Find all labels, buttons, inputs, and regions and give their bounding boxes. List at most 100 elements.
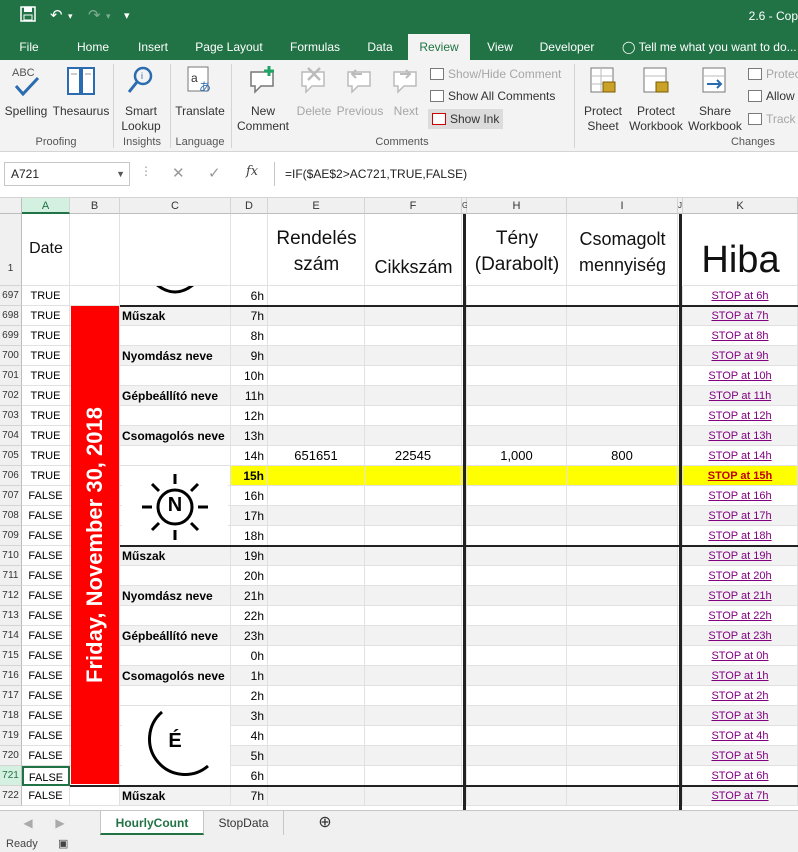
row-header[interactable]: 707 bbox=[0, 486, 22, 506]
stop-link[interactable]: STOP at 3h bbox=[683, 706, 797, 725]
cell-date-flag[interactable]: FALSE bbox=[22, 566, 70, 586]
cell-date-flag[interactable]: FALSE bbox=[22, 766, 70, 786]
cell-label[interactable] bbox=[120, 326, 231, 346]
cell-date-flag[interactable]: FALSE bbox=[22, 546, 70, 566]
name-box[interactable]: A721 ▼ bbox=[4, 162, 130, 186]
cell-label[interactable] bbox=[120, 406, 231, 426]
thesaurus-button[interactable]: Thesaurus bbox=[52, 64, 110, 119]
stop-link[interactable]: STOP at 23h bbox=[683, 626, 797, 645]
cell-hiba[interactable]: STOP at 15h bbox=[683, 466, 798, 486]
cell-order-number[interactable] bbox=[268, 426, 365, 446]
cell-hiba[interactable]: STOP at 7h bbox=[683, 786, 798, 806]
name-box-dropdown-icon[interactable]: ▼ bbox=[116, 163, 125, 185]
header-cell-rendeles[interactable]: Rendelés szám bbox=[268, 214, 365, 286]
cell-order-number[interactable] bbox=[268, 566, 365, 586]
cell-hiba[interactable]: STOP at 3h bbox=[683, 706, 798, 726]
cell-hiba[interactable]: STOP at 10h bbox=[683, 366, 798, 386]
stop-link[interactable]: STOP at 6h bbox=[683, 286, 797, 305]
stop-link[interactable]: STOP at 19h bbox=[683, 546, 797, 565]
row-header[interactable]: 709 bbox=[0, 526, 22, 546]
cell-actual-cut[interactable] bbox=[467, 286, 567, 306]
cell-order-number[interactable] bbox=[268, 746, 365, 766]
cell-actual-cut[interactable]: 1,000 bbox=[467, 446, 567, 466]
cell-date-flag[interactable]: FALSE bbox=[22, 606, 70, 626]
stop-link[interactable]: STOP at 16h bbox=[683, 486, 797, 505]
cell-actual-cut[interactable] bbox=[467, 326, 567, 346]
cell-date-flag[interactable]: FALSE bbox=[22, 526, 70, 546]
stop-link[interactable]: STOP at 13h bbox=[683, 426, 797, 445]
cell-hour[interactable]: 22h bbox=[231, 606, 268, 626]
cell-hiba[interactable]: STOP at 16h bbox=[683, 486, 798, 506]
column-header-b[interactable]: B bbox=[70, 198, 120, 214]
cell-date-flag[interactable]: TRUE bbox=[22, 286, 70, 306]
previous-comment-button[interactable]: Previous bbox=[336, 64, 384, 119]
cell-packed-quantity[interactable] bbox=[567, 786, 678, 806]
cell-actual-cut[interactable] bbox=[467, 646, 567, 666]
cell-actual-cut[interactable] bbox=[467, 406, 567, 426]
row-header[interactable]: 700 bbox=[0, 346, 22, 366]
cell-hour[interactable]: 0h bbox=[231, 646, 268, 666]
cell-packed-quantity[interactable] bbox=[567, 406, 678, 426]
formula-input[interactable]: =IF($AE$2>AC721,TRUE,FALSE) bbox=[274, 162, 798, 186]
cell-item-number[interactable] bbox=[365, 746, 462, 766]
cell-item-number[interactable] bbox=[365, 346, 462, 366]
save-icon[interactable] bbox=[20, 6, 36, 26]
cell-hour[interactable]: 19h bbox=[231, 546, 268, 566]
cell-date-flag[interactable]: TRUE bbox=[22, 406, 70, 426]
protect-sheet-button[interactable]: Protect Sheet bbox=[578, 64, 628, 134]
cell-actual-cut[interactable] bbox=[467, 586, 567, 606]
cell-hiba[interactable]: STOP at 2h bbox=[683, 686, 798, 706]
tab-review[interactable]: Review bbox=[408, 34, 470, 60]
row-header[interactable]: 722 bbox=[0, 786, 22, 806]
stop-link[interactable]: STOP at 22h bbox=[683, 606, 797, 625]
cell-date-flag[interactable]: FALSE bbox=[22, 666, 70, 686]
cell-packed-quantity[interactable] bbox=[567, 346, 678, 366]
row-header[interactable]: 701 bbox=[0, 366, 22, 386]
show-ink-button[interactable]: Show Ink bbox=[428, 109, 504, 129]
cell-item-number[interactable] bbox=[365, 366, 462, 386]
share-workbook-button[interactable]: Share Workbook bbox=[686, 64, 744, 134]
cell-hour[interactable]: 18h bbox=[231, 526, 268, 546]
cell-packed-quantity[interactable] bbox=[567, 706, 678, 726]
cell-packed-quantity[interactable]: 800 bbox=[567, 446, 678, 466]
cell-date-flag[interactable]: FALSE bbox=[22, 626, 70, 646]
row-header[interactable]: 712 bbox=[0, 586, 22, 606]
cell-date-flag[interactable]: TRUE bbox=[22, 326, 70, 346]
stop-link[interactable]: STOP at 11h bbox=[683, 386, 797, 405]
row-header[interactable]: 698 bbox=[0, 306, 22, 326]
cell-item-number[interactable] bbox=[365, 706, 462, 726]
track-changes-button[interactable]: Track bbox=[748, 111, 796, 127]
add-sheet-icon[interactable]: ⊕ bbox=[312, 811, 338, 835]
cell-hiba[interactable]: STOP at 11h bbox=[683, 386, 798, 406]
cell-label[interactable] bbox=[120, 646, 231, 666]
stop-link[interactable]: STOP at 14h bbox=[683, 446, 797, 465]
cell-packed-quantity[interactable] bbox=[567, 646, 678, 666]
cell-order-number[interactable] bbox=[268, 406, 365, 426]
cell-hour[interactable]: 20h bbox=[231, 566, 268, 586]
sheet-tab-stopdata[interactable]: StopData bbox=[204, 811, 284, 835]
cell-actual-cut[interactable] bbox=[467, 746, 567, 766]
cell-label[interactable]: Műszak bbox=[120, 306, 231, 326]
cell-hour[interactable]: 9h bbox=[231, 346, 268, 366]
cell-label[interactable] bbox=[120, 446, 231, 466]
cell-item-number[interactable] bbox=[365, 466, 462, 486]
header-cell-b[interactable] bbox=[70, 214, 120, 286]
cell-hour[interactable]: 2h bbox=[231, 686, 268, 706]
cell-packed-quantity[interactable] bbox=[567, 746, 678, 766]
cell-hour[interactable]: 17h bbox=[231, 506, 268, 526]
cell-actual-cut[interactable] bbox=[467, 786, 567, 806]
cell-order-number[interactable] bbox=[268, 626, 365, 646]
header-cell-d[interactable] bbox=[231, 214, 268, 286]
row-header[interactable]: 705 bbox=[0, 446, 22, 466]
cell-date-flag[interactable]: TRUE bbox=[22, 446, 70, 466]
cell-date-flag[interactable]: FALSE bbox=[22, 486, 70, 506]
cell-hour[interactable]: 11h bbox=[231, 386, 268, 406]
cell-item-number[interactable] bbox=[365, 646, 462, 666]
row-header[interactable]: 710 bbox=[0, 546, 22, 566]
cell-actual-cut[interactable] bbox=[467, 706, 567, 726]
tab-formulas[interactable]: Formulas bbox=[284, 34, 346, 60]
cell-label[interactable] bbox=[120, 686, 231, 706]
stop-link[interactable]: STOP at 5h bbox=[683, 746, 797, 765]
column-header-i[interactable]: I bbox=[567, 198, 678, 214]
column-header-e[interactable]: E bbox=[268, 198, 365, 214]
